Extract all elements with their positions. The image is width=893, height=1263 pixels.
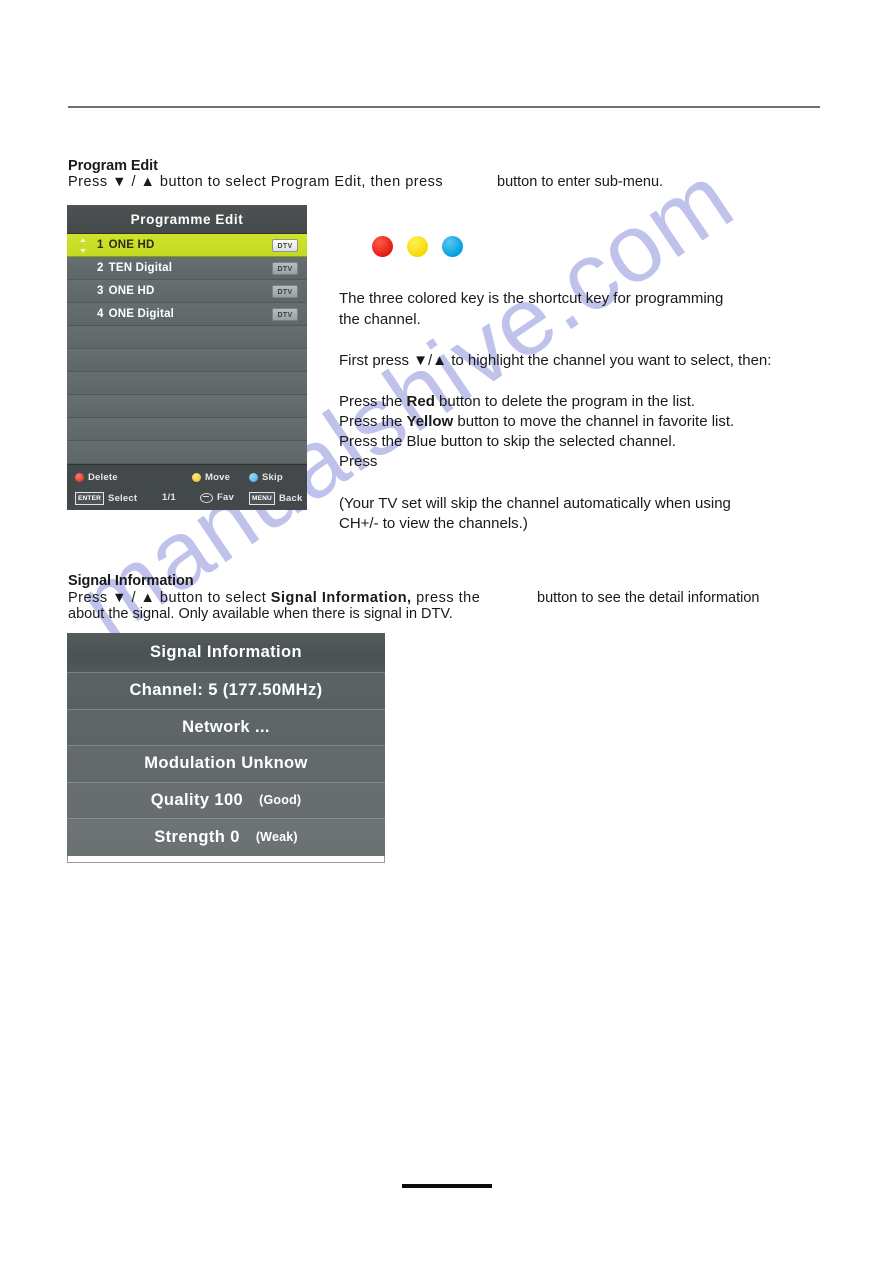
- yellow-instruction-post: button to move the channel in favorite l…: [453, 413, 735, 430]
- signal-intro-post: press the: [411, 590, 481, 606]
- signal-info-intro-line2: about the signal. Only available when th…: [68, 606, 453, 622]
- programme-edit-osd: Programme Edit 1 ONE HD DTV 2 TEN Digita…: [67, 205, 307, 510]
- blue-dot-icon: [249, 473, 258, 482]
- signal-intro-pre: Press ▼ / ▲ button to select: [68, 590, 271, 606]
- dtv-badge: DTV: [272, 261, 298, 275]
- signal-strength-row: Strength 0 (Weak): [67, 819, 385, 856]
- colored-key-note-line1: The three colored key is the shortcut ke…: [339, 290, 724, 307]
- auto-skip-note-line2: CH+/- to view the channels.): [339, 515, 528, 532]
- red-key-icon: [372, 236, 393, 257]
- program-edit-heading: Program Edit: [68, 158, 158, 174]
- signal-quality-note: (Good): [259, 793, 302, 808]
- footer-back-action[interactable]: MENU Back: [249, 492, 302, 505]
- programme-edit-osd-title: Programme Edit: [67, 205, 307, 234]
- red-button-instruction: Press the Red button to delete the progr…: [339, 393, 695, 410]
- signal-information-heading: Signal Information: [68, 573, 194, 589]
- signal-strength-value: Strength 0: [154, 827, 240, 846]
- red-instruction-post: button to delete the program in the list…: [434, 393, 696, 410]
- footer-page-label: 1/1: [162, 492, 176, 503]
- enter-key-icon: ENTER: [75, 492, 105, 505]
- signal-modulation-row: Modulation Unknow: [67, 746, 385, 783]
- table-row-empty: [67, 372, 307, 395]
- fav-key-icon: [200, 492, 213, 503]
- auto-skip-note-line1: (Your TV set will skip the channel autom…: [339, 495, 731, 512]
- footer-page-indicator: 1/1: [162, 492, 176, 503]
- footer-move-label: Move: [205, 472, 231, 483]
- table-row-empty: [67, 441, 307, 464]
- press-instruction: Press: [339, 453, 378, 470]
- table-row[interactable]: 1 ONE HD DTV: [67, 234, 307, 257]
- footer-skip-action[interactable]: Skip: [249, 472, 283, 483]
- signal-strength-note: (Weak): [255, 830, 298, 845]
- signal-channel-row: Channel: 5 (177.50MHz): [67, 673, 385, 710]
- dtv-badge: DTV: [272, 284, 298, 298]
- highlight-instruction: First press ▼/▲ to highlight the channel…: [339, 352, 772, 369]
- signal-quality-value: Quality 100: [150, 790, 244, 809]
- footer-select-label: Select: [108, 493, 138, 504]
- page-footer-rule: [402, 1184, 492, 1188]
- channel-name: ONE HD: [108, 285, 155, 297]
- channel-number: 1: [97, 239, 104, 251]
- table-row[interactable]: 4 ONE Digital DTV: [67, 303, 307, 326]
- table-row[interactable]: 2 TEN Digital DTV: [67, 257, 307, 280]
- channel-name: ONE HD: [108, 239, 155, 251]
- colored-shortcut-keys: [372, 236, 463, 257]
- footer-move-action[interactable]: Move: [192, 472, 230, 483]
- footer-fav-label: Fav: [217, 492, 234, 503]
- footer-back-label: Back: [278, 493, 303, 504]
- red-instruction-pre: Press the: [339, 393, 407, 410]
- signal-network-row: Network ...: [67, 709, 385, 746]
- footer-skip-label: Skip: [262, 472, 283, 483]
- red-word: Red: [406, 393, 435, 410]
- footer-fav-action[interactable]: Fav: [200, 492, 234, 503]
- table-row-empty: [67, 395, 307, 418]
- signal-information-osd: Signal Information Channel: 5 (177.50MHz…: [67, 633, 385, 863]
- yellow-instruction-pre: Press the: [339, 413, 407, 430]
- footer-delete-label: Delete: [88, 472, 118, 483]
- channel-name: TEN Digital: [108, 262, 173, 274]
- red-dot-icon: [75, 473, 84, 482]
- header-divider: [68, 106, 820, 108]
- table-row-empty: [67, 349, 307, 372]
- signal-osd-title: Signal Information: [67, 633, 385, 673]
- blue-button-instruction: Press the Blue button to skip the select…: [339, 433, 676, 450]
- program-edit-intro-part2: button to enter sub-menu.: [497, 174, 664, 190]
- signal-info-intro-line1: Press ▼ / ▲ button to select Signal Info…: [68, 590, 480, 606]
- menu-key-icon: MENU: [249, 492, 275, 505]
- blue-key-icon: [442, 236, 463, 257]
- signal-quality-row: Quality 100 (Good): [67, 782, 385, 819]
- footer-delete-action[interactable]: Delete: [75, 472, 118, 483]
- channel-name: ONE Digital: [108, 308, 175, 320]
- dtv-badge: DTV: [272, 307, 298, 321]
- channel-number: 2: [97, 262, 104, 274]
- yellow-word: Yellow: [406, 413, 454, 430]
- yellow-button-instruction: Press the Yellow button to move the chan…: [339, 413, 734, 430]
- yellow-key-icon: [407, 236, 428, 257]
- channel-number: 4: [97, 308, 104, 320]
- table-row[interactable]: 3 ONE HD DTV: [67, 280, 307, 303]
- signal-info-intro-tail: button to see the detail information: [537, 590, 760, 606]
- table-row-empty: [67, 326, 307, 349]
- programme-edit-osd-footer: Delete Move Skip ENTER Select 1/1 Fav ME…: [67, 464, 307, 510]
- move-arrows-icon: [79, 238, 86, 253]
- footer-select-action[interactable]: ENTER Select: [75, 492, 137, 505]
- yellow-dot-icon: [192, 473, 201, 482]
- signal-intro-bold: Signal Information,: [270, 590, 412, 606]
- programme-edit-channel-list: 1 ONE HD DTV 2 TEN Digital DTV 3 ONE HD …: [67, 234, 307, 464]
- program-edit-intro-part1: Press ▼ / ▲ button to select Program Edi…: [68, 174, 444, 190]
- table-row-empty: [67, 418, 307, 441]
- dtv-badge: DTV: [272, 238, 298, 252]
- channel-number: 3: [97, 285, 104, 297]
- colored-key-note-line2: the channel.: [339, 311, 421, 328]
